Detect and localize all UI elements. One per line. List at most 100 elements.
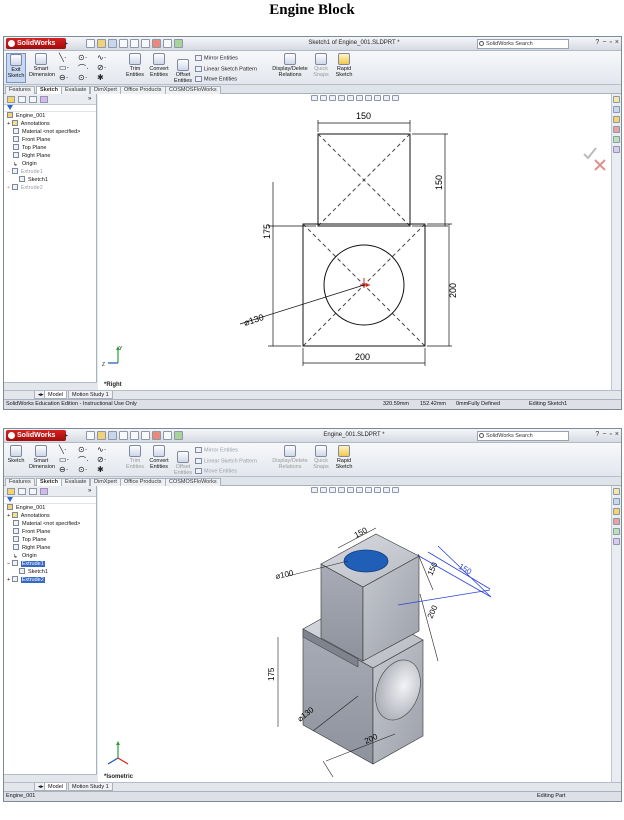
close-icon[interactable]: × <box>615 431 619 438</box>
tree-item-extrude2[interactable]: + Extrude2 <box>7 576 45 584</box>
rebuild-icon[interactable] <box>152 39 161 48</box>
top-bore-selected[interactable] <box>343 549 389 573</box>
tree-item-annotations[interactable]: + Annotations <box>7 120 50 128</box>
design-library-icon[interactable] <box>613 106 620 113</box>
tree-item-front-plane[interactable]: Front Plane <box>13 528 50 536</box>
file-properties-icon[interactable] <box>163 431 172 440</box>
convert-entities-button[interactable]: Convert Entities <box>147 445 171 470</box>
rectangle-tool-icon[interactable]: ▭· <box>59 63 69 72</box>
rectangle-tool-icon[interactable]: ▭· <box>59 455 69 464</box>
confirm-exit-icon[interactable] <box>583 147 597 160</box>
select-arrow-icon[interactable] <box>141 431 150 440</box>
search-input[interactable]: SolidWorks Search <box>477 39 569 49</box>
point-tool-icon[interactable]: ⊙· <box>78 465 87 474</box>
tab-model[interactable]: Model <box>44 391 67 399</box>
tree-item-part[interactable]: Engine_001 <box>7 112 45 120</box>
options-icon[interactable] <box>174 39 183 48</box>
property-manager-tab-icon[interactable] <box>18 488 26 495</box>
tree-item-sketch1[interactable]: Sketch1 <box>19 176 48 184</box>
circle-tool-icon[interactable]: ⊙· <box>78 445 87 454</box>
print-icon[interactable] <box>119 431 128 440</box>
file-explorer-icon[interactable] <box>613 508 620 515</box>
move-entities-button[interactable]: Move Entities <box>195 76 237 82</box>
tree-item-top-plane[interactable]: Top Plane <box>13 144 46 152</box>
line-tool-icon[interactable]: ╲· <box>59 445 66 454</box>
help-button[interactable]: ? <box>595 431 599 438</box>
restore-icon[interactable]: ▫ <box>609 39 611 46</box>
tree-item-extrude1[interactable]: − Extrude1 <box>7 560 45 568</box>
menu-arrow-icon[interactable]: ▸ <box>65 40 68 47</box>
select-arrow-icon[interactable] <box>141 39 150 48</box>
help-button[interactable]: ? <box>595 39 599 46</box>
view-palette-icon[interactable] <box>613 136 620 143</box>
tab-features[interactable]: Features <box>5 478 35 486</box>
spline-tool-icon[interactable]: ∿· <box>97 445 106 454</box>
dimxpert-manager-tab-icon[interactable] <box>40 96 48 103</box>
dim-depth[interactable]: 150 <box>457 562 474 577</box>
text-tool-icon[interactable]: ✱ <box>97 465 104 474</box>
filter-icon[interactable] <box>7 105 13 110</box>
search-results-icon[interactable] <box>613 126 620 133</box>
resources-icon[interactable] <box>613 488 620 495</box>
dim-left-height[interactable]: 175 <box>267 667 276 681</box>
collapse-arrow-icon[interactable]: » <box>88 488 96 495</box>
tree-item-right-plane[interactable]: Right Plane <box>13 544 50 552</box>
rapid-sketch-button[interactable]: Rapid Sketch <box>334 53 354 78</box>
file-properties-icon[interactable] <box>163 39 172 48</box>
tab-cosmosfloworks[interactable]: COSMOSFloWorks <box>165 478 221 486</box>
appearances-icon[interactable] <box>613 538 620 545</box>
dim-top-width[interactable]: 150 <box>356 111 371 121</box>
tree-item-top-plane[interactable]: Top Plane <box>13 536 46 544</box>
spline-tool-icon[interactable]: ∿· <box>97 53 106 62</box>
cancel-sketch-icon[interactable] <box>594 159 606 171</box>
ellipse-tool-icon[interactable]: ⊘· <box>97 455 106 464</box>
close-icon[interactable]: × <box>615 39 619 46</box>
solidworks-logo[interactable]: SolidWorks <box>6 430 66 441</box>
dim-right-height[interactable]: 200 <box>448 283 458 298</box>
offset-entities-button[interactable]: Offset Entities <box>172 451 194 476</box>
point-tool-icon[interactable]: ⊙· <box>78 73 87 82</box>
line-tool-icon[interactable]: ╲· <box>59 53 66 62</box>
open-folder-icon[interactable] <box>97 39 106 48</box>
undo-icon[interactable] <box>130 39 139 48</box>
collapse-arrow-icon[interactable]: » <box>88 96 96 103</box>
offset-entities-button[interactable]: Offset Entities <box>172 59 194 84</box>
move-entities-button[interactable]: Move Entities <box>195 468 237 474</box>
new-document-icon[interactable] <box>86 39 95 48</box>
tree-item-material[interactable]: Material <not specified> <box>13 520 80 528</box>
mirror-entities-button[interactable]: Mirror Entities <box>195 447 238 453</box>
dim-diameter-top[interactable]: ⌀100 <box>275 568 295 581</box>
ellipse-tool-icon[interactable]: ⊘· <box>97 63 106 72</box>
new-document-icon[interactable] <box>86 431 95 440</box>
menu-arrow-icon[interactable]: ▸ <box>65 432 68 439</box>
tab-evaluate[interactable]: Evaluate <box>61 478 91 486</box>
graphics-area[interactable]: 150 150 150 200 175 200 ⌀100 ⌀130 *Isome… <box>98 486 611 782</box>
circle-tool-icon[interactable]: ⊙· <box>78 53 87 62</box>
solidworks-logo[interactable]: SolidWorks <box>6 38 66 49</box>
dim-top-height[interactable]: 150 <box>434 175 444 190</box>
exit-sketch-button[interactable]: Exit Sketch <box>6 53 26 83</box>
tree-item-part[interactable]: Engine_001 <box>7 504 45 512</box>
tab-sketch[interactable]: Sketch <box>36 86 63 94</box>
dim-top-width[interactable]: 150 <box>353 525 369 539</box>
trim-entities-button[interactable]: Trim Entities <box>124 445 146 470</box>
tree-item-annotations[interactable]: + Annotations <box>7 512 50 520</box>
options-icon[interactable] <box>174 431 183 440</box>
configuration-manager-tab-icon[interactable] <box>29 488 37 495</box>
dimxpert-manager-tab-icon[interactable] <box>40 488 48 495</box>
tree-item-origin[interactable]: ↳ Origin <box>13 160 37 168</box>
slot-tool-icon[interactable]: ⊖· <box>59 465 68 474</box>
save-icon[interactable] <box>108 431 117 440</box>
tab-sketch[interactable]: Sketch <box>36 478 63 486</box>
design-library-icon[interactable] <box>613 498 620 505</box>
open-folder-icon[interactable] <box>97 431 106 440</box>
tab-cosmosfloworks[interactable]: COSMOSFloWorks <box>165 86 221 94</box>
rapid-sketch-button[interactable]: Rapid Sketch <box>334 445 354 470</box>
tab-dimxpert[interactable]: DimXpert <box>90 86 121 94</box>
dim-left-height[interactable]: 175 <box>262 224 272 239</box>
tree-item-origin[interactable]: ↳ Origin <box>13 552 37 560</box>
tree-item-material[interactable]: Material <not specified> <box>13 128 80 136</box>
linear-sketch-pattern-button[interactable]: Linear Sketch Pattern <box>195 458 257 464</box>
graphics-area[interactable]: 150 150 175 200 200 ⌀130 Y Z *Right <box>98 94 611 390</box>
filter-icon[interactable] <box>7 497 13 502</box>
